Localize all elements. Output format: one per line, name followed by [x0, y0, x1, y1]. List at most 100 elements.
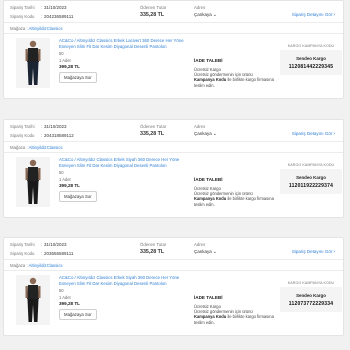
- ask-seller-button[interactable]: Mağazaya Sor: [59, 72, 97, 83]
- order-card: Sipariş Tarihi : 31/10/2023 Sipariş Kodu…: [3, 237, 344, 336]
- paid-total-label: Ödenen Tutar: [140, 124, 167, 129]
- address-text: Çankaya: [194, 12, 212, 17]
- order-body: AC&Co / Altınyıldız Classics Erkek Siyah…: [4, 153, 343, 217]
- order-card: Sipariş Tarihi : 31/10/2023 Sipariş Kodu…: [3, 119, 344, 218]
- seller-label: Mağaza :: [10, 26, 28, 31]
- campaign-code-title: KARGO KAMPANYA KODU: [287, 163, 335, 167]
- order-date-value: 31/10/2023: [44, 5, 67, 10]
- seller-row: Mağaza : AltinyildizClassics: [4, 23, 343, 34]
- product-info: AC&Co / Altınyıldız Classics Erkek Siyah…: [59, 157, 187, 202]
- ask-seller-button[interactable]: Mağazaya Sor: [59, 191, 97, 202]
- campaign-code-title: KARGO KAMPANYA KODU: [287, 44, 335, 48]
- seller-label: Mağaza :: [10, 263, 28, 268]
- product-model-icon: [16, 275, 50, 325]
- product-price: 399,28 TL: [59, 301, 80, 306]
- return-title: İADE TALEBİ: [194, 58, 223, 63]
- seller-link[interactable]: AltinyildizClassics: [29, 145, 63, 150]
- chevron-down-icon: ⌄: [212, 249, 217, 255]
- campaign-code-panel: Sendeo Kargo 112081442229345: [280, 50, 342, 75]
- order-detail-link[interactable]: Sipariş Detayını Gör›: [292, 12, 335, 18]
- order-card: Sipariş Tarihi : 31/10/2023 Sipariş Kodu…: [3, 0, 344, 99]
- order-header: Sipariş Tarihi : 31/10/2023 Sipariş Kodu…: [4, 1, 343, 23]
- chevron-down-icon: ⌄: [212, 131, 217, 137]
- product-image[interactable]: [16, 157, 50, 207]
- product-title[interactable]: AC&Co / Altınyıldız Classics Erkek Siyah…: [59, 157, 187, 169]
- order-date-value: 31/10/2023: [44, 124, 67, 129]
- carrier-name: Sendeo Kargo: [296, 293, 326, 298]
- return-title: İADE TALEBİ: [194, 177, 223, 182]
- campaign-code-panel: Sendeo Kargo 112011922229374: [280, 169, 342, 194]
- order-code-value: 203656589111: [44, 251, 74, 256]
- order-code-value: 204318589112: [44, 133, 74, 138]
- paid-total-value: 335,28 TL: [140, 12, 165, 18]
- order-code-colon: :: [41, 251, 43, 256]
- paid-total-value: 335,28 TL: [140, 249, 165, 255]
- order-code-label: Sipariş Kodu: [10, 133, 35, 138]
- address-value[interactable]: Çankaya⌄: [194, 131, 217, 137]
- product-price: 399,28 TL: [59, 183, 80, 188]
- address-label: Adres: [194, 5, 206, 10]
- order-code-label: Sipariş Kodu: [10, 251, 35, 256]
- order-date-label: Sipariş Tarihi: [10, 242, 35, 247]
- paid-total-label: Ödenen Tutar: [140, 242, 167, 247]
- order-header: Sipariş Tarihi : 31/10/2023 Sipariş Kodu…: [4, 120, 343, 142]
- paid-total-value: 335,28 TL: [140, 131, 165, 137]
- address-value[interactable]: Çankaya⌄: [194, 249, 217, 255]
- address-value[interactable]: Çankaya⌄: [194, 12, 217, 18]
- chevron-right-icon: ›: [333, 12, 335, 18]
- campaign-code-box: KARGO KAMPANYA KODU Sendeo Kargo 1120119…: [280, 163, 342, 194]
- ask-seller-button[interactable]: Mağazaya Sor: [59, 309, 97, 320]
- product-image[interactable]: [16, 38, 50, 88]
- return-info: İADE TALEBİ Ücretsiz Kargo Ücretsiz gönd…: [194, 295, 276, 325]
- carrier-name: Sendeo Kargo: [296, 56, 326, 61]
- campaign-code-value[interactable]: 112073772229334: [282, 301, 340, 307]
- address-text: Çankaya: [194, 131, 212, 136]
- campaign-code-title: KARGO KAMPANYA KODU: [287, 281, 335, 285]
- return-campaign-line: Kampanya Kodu ile birlikte kargo firması…: [194, 77, 276, 87]
- order-code-colon: :: [41, 133, 43, 138]
- order-code-colon: :: [41, 14, 43, 19]
- chevron-down-icon: ⌄: [212, 12, 217, 18]
- chevron-right-icon: ›: [333, 249, 335, 255]
- return-campaign-line: Kampanya Kodu ile birlikte kargo firması…: [194, 314, 276, 324]
- return-info: İADE TALEBİ Ücretsiz Kargo Ücretsiz gönd…: [194, 58, 276, 88]
- address-text: Çankaya: [194, 249, 212, 254]
- seller-link[interactable]: AltinyildizClassics: [29, 26, 63, 31]
- seller-label: Mağaza :: [10, 145, 28, 150]
- order-body: AC&Co / Altınyıldız Classics Erkek Laciv…: [4, 34, 343, 98]
- product-info: AC&Co / Altınyıldız Classics Erkek Laciv…: [59, 38, 187, 83]
- seller-link[interactable]: AltinyildizClassics: [29, 263, 63, 268]
- product-price: 399,28 TL: [59, 64, 80, 69]
- paid-total-label: Ödenen Tutar: [140, 5, 167, 10]
- carrier-name: Sendeo Kargo: [296, 175, 326, 180]
- return-campaign-line: Kampanya Kodu ile birlikte kargo firması…: [194, 196, 276, 206]
- orders-page: Sipariş Tarihi : 31/10/2023 Sipariş Kodu…: [0, 0, 350, 350]
- product-image[interactable]: [16, 275, 50, 325]
- chevron-right-icon: ›: [333, 131, 335, 137]
- order-date-colon: :: [41, 124, 43, 129]
- order-code-label: Sipariş Kodu: [10, 14, 35, 19]
- order-detail-link[interactable]: Sipariş Detayını Gör›: [292, 249, 335, 255]
- product-title[interactable]: AC&Co / Altınyıldız Classics Erkek Siyah…: [59, 275, 187, 287]
- campaign-code-box: KARGO KAMPANYA KODU Sendeo Kargo 1120737…: [280, 281, 342, 312]
- order-date-value: 31/10/2023: [44, 242, 67, 247]
- return-info: İADE TALEBİ Ücretsiz Kargo Ücretsiz gönd…: [194, 177, 276, 207]
- product-size: 50: [59, 51, 64, 56]
- order-date-colon: :: [41, 242, 43, 247]
- product-size: 50: [59, 170, 64, 175]
- address-label: Adres: [194, 124, 206, 129]
- order-detail-link[interactable]: Sipariş Detayını Gör›: [292, 131, 335, 137]
- order-detail-text: Sipariş Detayını Gör: [291, 249, 333, 254]
- campaign-code-value[interactable]: 112081442229345: [282, 64, 340, 70]
- product-info: AC&Co / Altınyıldız Classics Erkek Siyah…: [59, 275, 187, 320]
- order-body: AC&Co / Altınyıldız Classics Erkek Siyah…: [4, 271, 343, 335]
- seller-row: Mağaza : AltinyildizClassics: [4, 142, 343, 153]
- product-size: 50: [59, 288, 64, 293]
- campaign-code-value[interactable]: 112011922229374: [282, 183, 340, 189]
- product-title[interactable]: AC&Co / Altınyıldız Classics Erkek Laciv…: [59, 38, 187, 50]
- seller-row: Mağaza : AltinyildizClassics: [4, 260, 343, 271]
- order-header: Sipariş Tarihi : 31/10/2023 Sipariş Kodu…: [4, 238, 343, 260]
- order-date-label: Sipariş Tarihi: [10, 5, 35, 10]
- order-date-label: Sipariş Tarihi: [10, 124, 35, 129]
- campaign-code-panel: Sendeo Kargo 112073772229334: [280, 287, 342, 312]
